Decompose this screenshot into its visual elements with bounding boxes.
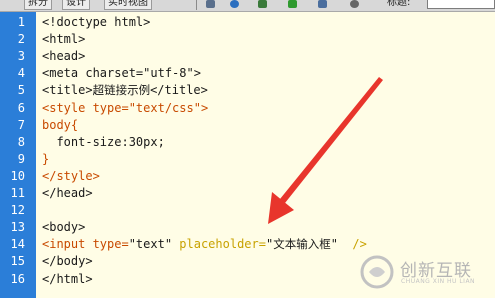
logo-icon — [360, 255, 394, 289]
arrow-shaft — [280, 77, 383, 203]
watermark-logo: 创新互联 CHUANG XIN HU LIAN — [360, 250, 490, 294]
watermark-subtitle: CHUANG XIN HU LIAN — [401, 278, 476, 285]
arrow-head — [268, 192, 294, 224]
